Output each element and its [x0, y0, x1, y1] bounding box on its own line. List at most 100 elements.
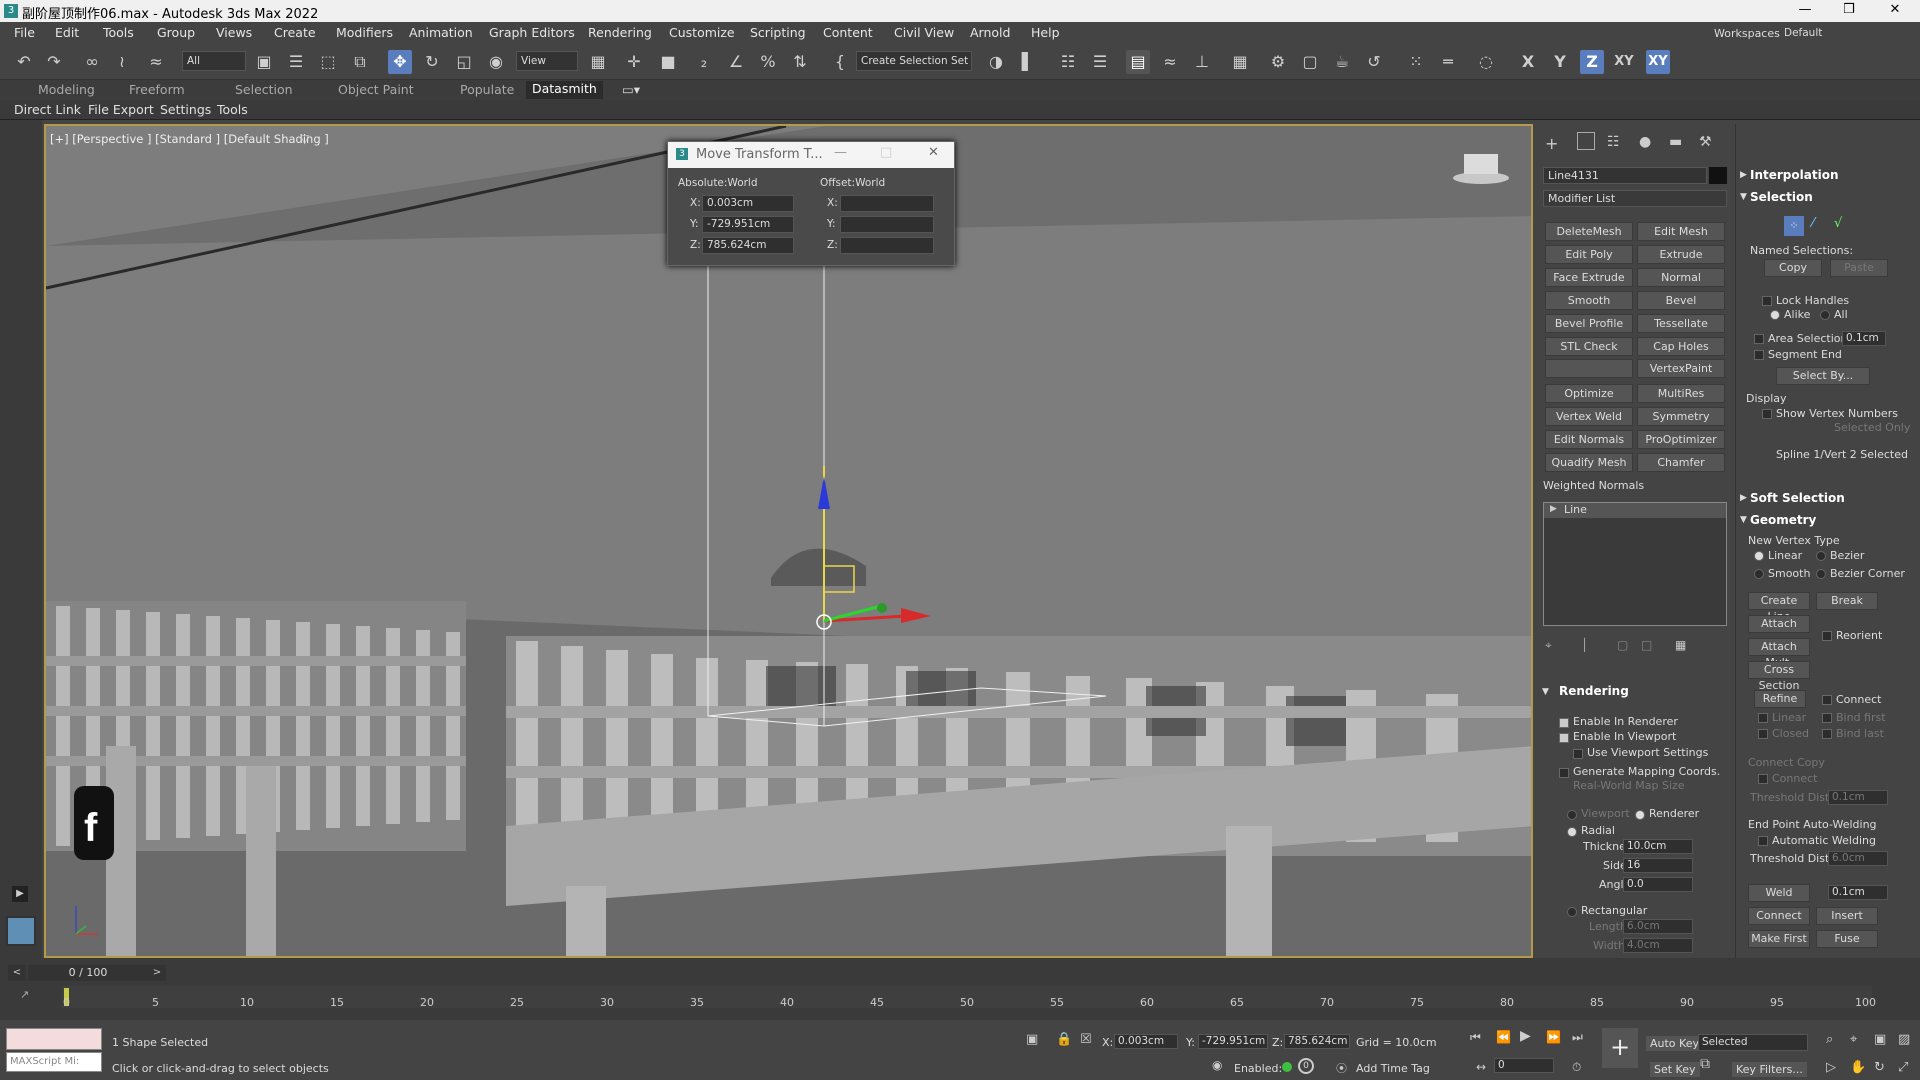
use-viewport-settings-checkbox[interactable]: [1573, 749, 1583, 759]
modifier-list-dropdown[interactable]: Modifier List: [1543, 190, 1727, 207]
previous-frame-icon[interactable]: ⏪: [1496, 1030, 1511, 1044]
rendered-frame-icon[interactable]: ▢: [1298, 50, 1322, 74]
rendering-rollout-title[interactable]: Rendering: [1559, 684, 1629, 698]
minimize-button[interactable]: —: [1782, 0, 1828, 22]
abs-z-field[interactable]: 785.624cm: [702, 237, 794, 254]
abs-x-field[interactable]: 0.003cm: [702, 195, 794, 212]
menu-scripting[interactable]: Scripting: [750, 25, 806, 40]
radial-radio[interactable]: [1567, 827, 1577, 837]
menu-create[interactable]: Create: [274, 25, 316, 40]
interp-arrow-icon[interactable]: ▶: [1740, 170, 1747, 180]
reorient-checkbox[interactable]: [1822, 631, 1832, 641]
auto-key-button[interactable]: Auto Key: [1646, 1036, 1703, 1051]
all-radio[interactable]: [1820, 310, 1830, 320]
menu-rendering[interactable]: Rendering: [588, 25, 652, 40]
thickness-spinner[interactable]: 10.0cm: [1623, 839, 1693, 854]
menu-civil-view[interactable]: Civil View: [894, 25, 954, 40]
angle-spinner[interactable]: 0.0: [1623, 877, 1693, 892]
bind-space-warp-icon[interactable]: ≈: [144, 50, 168, 74]
add-time-tag-label[interactable]: Add Time Tag: [1356, 1062, 1430, 1075]
next-frame-icon[interactable]: ⏩: [1546, 1030, 1561, 1044]
pivot-center-icon[interactable]: ▦: [586, 50, 610, 74]
connect-checkbox[interactable]: [1822, 695, 1832, 705]
menu-group[interactable]: Group: [157, 25, 195, 40]
axis-z-button[interactable]: Z: [1580, 50, 1604, 74]
time-tag-icon[interactable]: 0: [1298, 1058, 1314, 1074]
rectangular-radio[interactable]: [1567, 907, 1577, 917]
key-selection-dropdown[interactable]: Selected: [1698, 1034, 1808, 1051]
window-crossing-icon[interactable]: ⧉: [348, 50, 372, 74]
key-mode-icon[interactable]: ↔: [1476, 1060, 1486, 1074]
object-name-field[interactable]: Line4131: [1543, 167, 1707, 184]
angle-snap-icon[interactable]: ∠: [724, 50, 748, 74]
threshold2-spinner[interactable]: 6.0cm: [1828, 851, 1888, 866]
object-color-swatch[interactable]: [1709, 167, 1727, 184]
material-editor-icon[interactable]: ▦: [1228, 50, 1252, 74]
redo-icon[interactable]: ↷: [42, 50, 66, 74]
rotate-icon[interactable]: ↻: [420, 50, 444, 74]
motion-tab-icon[interactable]: ●: [1639, 134, 1651, 150]
segment-level-icon[interactable]: ⁄: [1812, 216, 1814, 231]
tab-object-paint[interactable]: Object Paint: [338, 82, 414, 97]
grid-snap-icon[interactable]: ⁙: [1404, 50, 1428, 74]
viewport-radio[interactable]: [1567, 810, 1577, 820]
enabled-status-dot[interactable]: [1282, 1062, 1292, 1072]
modifier-button[interactable]: Optimize: [1545, 384, 1633, 403]
mirror-icon[interactable]: ◑: [984, 50, 1008, 74]
toggle-scene-explorer-icon[interactable]: ☷: [1056, 50, 1080, 74]
menu-file[interactable]: File: [14, 25, 35, 40]
x-coord-field[interactable]: 0.003cm: [1114, 1034, 1178, 1049]
connect-copy-checkbox[interactable]: [1758, 774, 1768, 784]
filter-icon[interactable]: ▽: [300, 132, 309, 146]
schematic-view-icon[interactable]: ⊥: [1190, 50, 1214, 74]
maximize-viewport-icon[interactable]: ⤢: [1898, 1060, 1908, 1075]
configure-sets-icon[interactable]: ▦: [1675, 638, 1686, 652]
width-spinner[interactable]: 4.0cm: [1623, 938, 1693, 953]
select-manipulate-icon[interactable]: ✛: [622, 50, 646, 74]
bezier-radio[interactable]: [1816, 551, 1826, 561]
placement-icon[interactable]: ◉: [484, 50, 508, 74]
create-tab-icon[interactable]: +: [1545, 134, 1558, 153]
time-config-icon[interactable]: ⏱: [1572, 1060, 1581, 1075]
selection-filter-dropdown[interactable]: All: [182, 51, 246, 71]
modifier-button[interactable]: Symmetry: [1637, 407, 1725, 426]
fuse-button[interactable]: Fuse: [1816, 930, 1878, 948]
time-slider[interactable]: 0 / 100: [28, 965, 148, 981]
expand-arrow-icon[interactable]: ▶: [12, 886, 28, 902]
adaptive-degradation-icon[interactable]: ◉: [1212, 1058, 1222, 1072]
linear-radio[interactable]: [1754, 551, 1764, 561]
axis-x-button[interactable]: X: [1516, 50, 1540, 74]
close-button[interactable]: ✕: [1872, 0, 1918, 22]
add-time-tag-icon[interactable]: ⦿: [1336, 1060, 1347, 1076]
zoom-extents-icon[interactable]: ▣: [1874, 1032, 1886, 1047]
axis-xy-button[interactable]: XY: [1612, 50, 1636, 74]
smooth-radio[interactable]: [1754, 569, 1764, 579]
key-filters-button[interactable]: Key Filters...: [1732, 1062, 1807, 1077]
ruler-icon[interactable]: ═: [1436, 50, 1460, 74]
tab-freeform[interactable]: Freeform: [129, 82, 185, 97]
modifier-button[interactable]: Bevel Profile: [1545, 314, 1633, 333]
alike-radio[interactable]: [1770, 310, 1780, 320]
zoom-all-icon[interactable]: ⌖: [1850, 1032, 1857, 1047]
pin-stack-icon[interactable]: ⌖: [1545, 638, 1552, 653]
geometry-rollout-title[interactable]: Geometry: [1750, 513, 1816, 527]
select-by-name-icon[interactable]: ☰: [284, 50, 308, 74]
prev-frame-button[interactable]: <: [8, 965, 26, 981]
orbit-icon[interactable]: ↻: [1874, 1060, 1885, 1075]
closed-checkbox[interactable]: [1758, 729, 1768, 739]
workspaces-dropdown[interactable]: Default: [1780, 24, 1916, 42]
weighted-normals-button[interactable]: Weighted Normals: [1543, 479, 1644, 492]
ribbon-toggle-icon[interactable]: ▤: [1126, 50, 1150, 74]
collapse-arrow-icon[interactable]: ▼: [1542, 687, 1549, 697]
current-frame-field[interactable]: 0: [1494, 1058, 1554, 1073]
off-y-field[interactable]: [840, 216, 934, 233]
field-of-view-icon[interactable]: ▷: [1826, 1060, 1836, 1075]
make-unique-icon[interactable]: ▢: [1617, 638, 1628, 652]
utilities-tab-icon[interactable]: ⚒: [1699, 134, 1712, 150]
viewport-layout-icon[interactable]: [6, 916, 36, 946]
sides-spinner[interactable]: 16: [1623, 858, 1693, 873]
modifier-button[interactable]: Normal: [1637, 268, 1725, 287]
soft-selection-rollout-title[interactable]: Soft Selection: [1750, 491, 1845, 505]
modifier-button[interactable]: Edit Poly: [1545, 245, 1633, 264]
axis-xy-cycle-button[interactable]: XY: [1646, 50, 1670, 74]
